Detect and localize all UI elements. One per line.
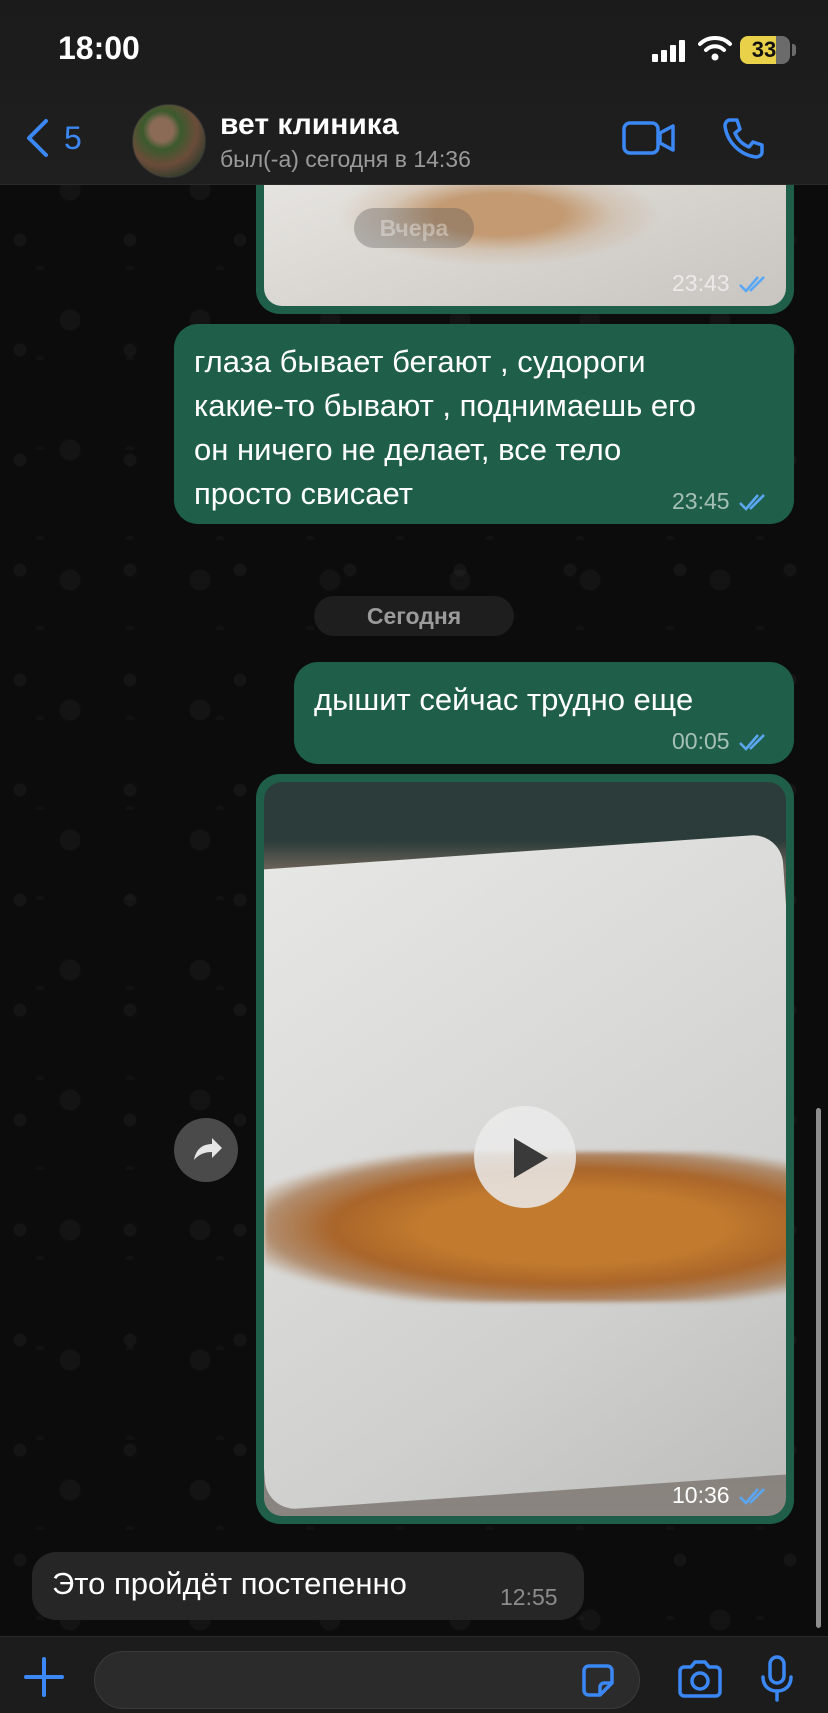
forward-arrow-icon: [194, 1138, 222, 1160]
camera-icon[interactable]: [676, 1659, 724, 1699]
battery-nub: [792, 44, 796, 56]
message-text: дышит сейчас трудно еще: [314, 682, 694, 717]
message-time: 00:05: [672, 728, 770, 755]
wifi-icon: [698, 36, 732, 61]
message-bubble-incoming[interactable]: Это пройдёт постепенно 12:55: [32, 1552, 584, 1620]
video-message[interactable]: [256, 774, 794, 1524]
message-time: 23:45: [672, 488, 770, 515]
plus-icon[interactable]: [22, 1655, 66, 1699]
read-check-icon: [738, 733, 765, 751]
microphone-icon[interactable]: [758, 1655, 796, 1703]
read-check-icon: [738, 1487, 765, 1505]
play-icon[interactable]: [474, 1106, 576, 1208]
cellular-signal-icon: [652, 40, 686, 62]
video-call-icon[interactable]: [622, 118, 676, 158]
sticker-icon[interactable]: [578, 1661, 618, 1701]
message-time: 23:43: [672, 270, 770, 297]
message-time: 10:36: [672, 1482, 770, 1509]
battery-empty-part: [776, 36, 790, 64]
message-input[interactable]: [94, 1651, 640, 1709]
back-button[interactable]: 5: [24, 118, 82, 158]
forward-icon[interactable]: [174, 1118, 238, 1182]
overlay-date-pill: Вчера: [354, 208, 474, 248]
message-time: 12:55: [500, 1584, 558, 1610]
unread-count: 5: [64, 119, 82, 156]
contact-avatar[interactable]: [132, 104, 206, 178]
chat-header: 18:00 33 5 вет клиника был(-а) сегодня в…: [0, 0, 828, 185]
read-check-icon: [738, 275, 765, 293]
date-separator: Сегодня: [314, 596, 514, 636]
video-thumbnail[interactable]: [264, 782, 786, 1516]
composer-bar: [0, 1636, 828, 1713]
read-check-icon: [738, 493, 765, 511]
contact-last-seen: был(-а) сегодня в 14:36: [220, 146, 471, 172]
phone-icon[interactable]: [722, 116, 766, 160]
message-text: Это пройдёт постепенно: [52, 1566, 407, 1601]
status-time: 18:00: [58, 30, 140, 66]
scrollbar[interactable]: [816, 1108, 821, 1628]
contact-name[interactable]: вет клиника: [220, 108, 399, 142]
back-chevron-icon: [27, 119, 48, 157]
